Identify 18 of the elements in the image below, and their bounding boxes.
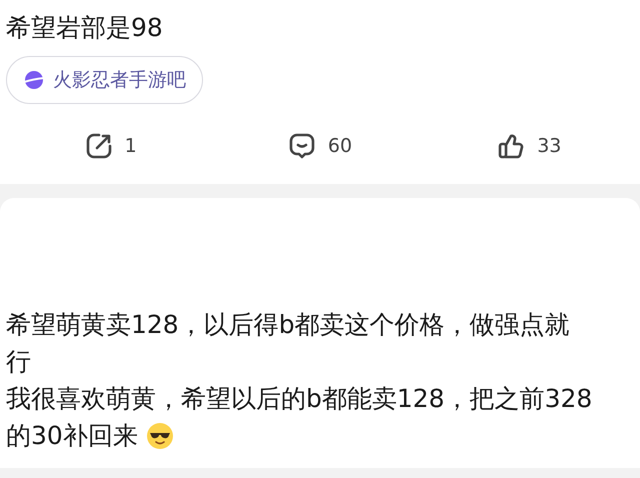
share-button[interactable]: 1 [6, 126, 216, 166]
action-count: 1 [124, 134, 137, 159]
reply-text-line: 希望萌黄卖128，以后得b都卖这个价格，做强点就 [6, 309, 570, 341]
action-count: 60 [328, 134, 352, 159]
forum-name: 火影忍者手游吧 [53, 68, 186, 93]
reply-text-line: 行 [6, 346, 31, 378]
reply-text-line: 我很喜欢萌黄，希望以后的b都能卖128，把之前328 [6, 383, 592, 415]
sunglasses-emoji-icon [146, 422, 174, 450]
forum-tag[interactable]: 火影忍者手游吧 [6, 56, 203, 104]
thumbs-up-icon [497, 132, 526, 160]
planet-icon [23, 69, 45, 91]
action-count: 33 [537, 134, 562, 159]
share-icon [84, 132, 113, 160]
like-button[interactable]: 33 [424, 126, 634, 166]
comment-icon [288, 132, 316, 160]
reply-text-line: 的30补回来 [6, 420, 138, 452]
post-title: 希望岩部是98 [6, 12, 164, 44]
comment-button[interactable]: 60 [215, 126, 425, 166]
